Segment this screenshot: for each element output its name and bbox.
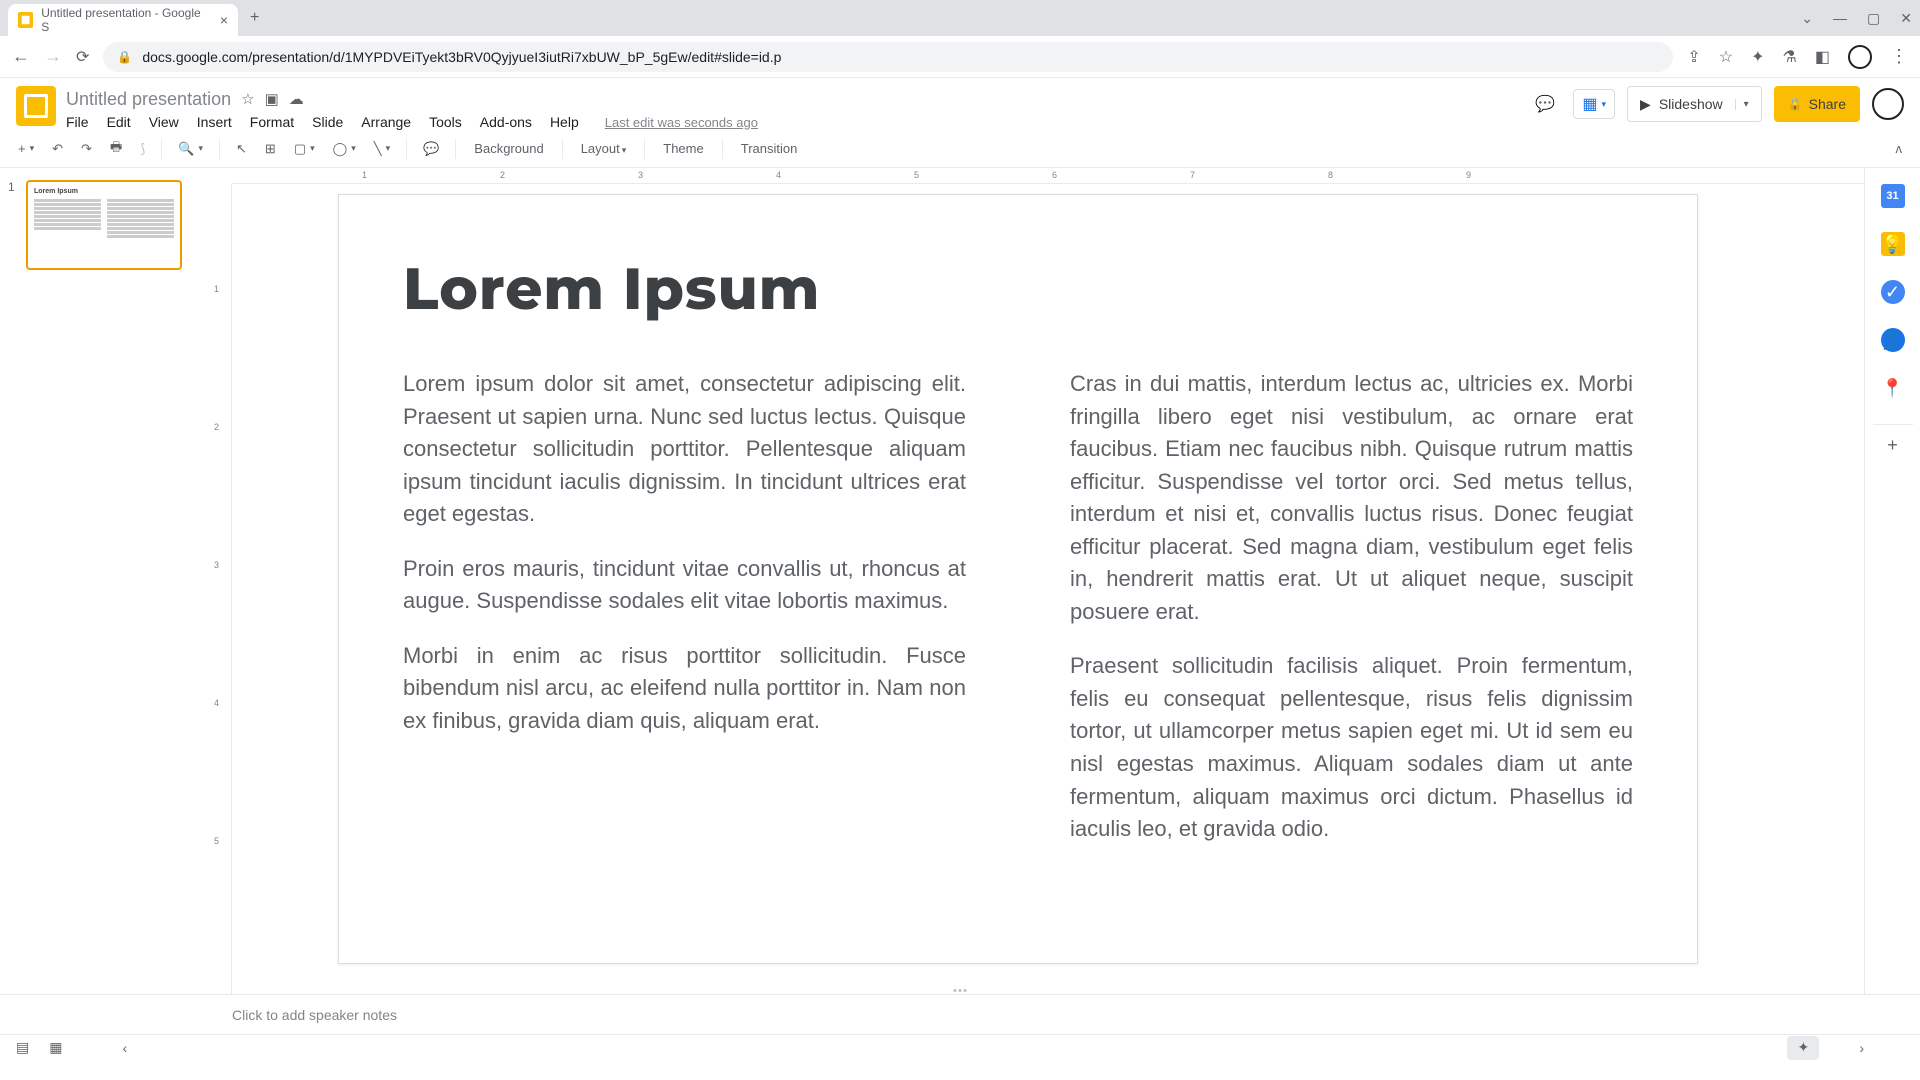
browser-tab-strip: Untitled presentation - Google S × + ⌄ —… (0, 0, 1920, 36)
redo-button[interactable]: ↷ (75, 137, 98, 161)
keep-icon[interactable]: 💡 (1881, 232, 1905, 256)
slide-body-left[interactable]: Lorem ipsum dolor sit amet, consectetur … (403, 368, 966, 868)
bottom-bar: ▤ ▦ ‹ ✦ › (0, 1034, 1920, 1060)
tab-title: Untitled presentation - Google S (41, 6, 204, 34)
browser-toolbar: ← → ⟳ 🔒 docs.google.com/presentation/d/1… (0, 36, 1920, 78)
chrome-menu-icon[interactable]: ⋮ (1890, 46, 1908, 67)
collapse-sidepanel-icon[interactable]: › (1859, 1040, 1864, 1056)
lock-icon: 🔒 (117, 50, 132, 64)
back-button[interactable]: ← (12, 46, 30, 67)
maximize-window-icon[interactable]: ▢ (1867, 10, 1880, 27)
menu-arrange[interactable]: Arrange (361, 114, 411, 130)
slideshow-button[interactable]: ▶ Slideshow ▾ (1627, 86, 1762, 122)
account-avatar[interactable] (1872, 88, 1904, 120)
play-icon: ▶ (1640, 96, 1651, 113)
slide-body-right[interactable]: Cras in dui mattis, interdum lectus ac, … (1070, 368, 1633, 868)
slide-thumbnail[interactable]: Lorem Ipsum (26, 180, 182, 270)
vertical-ruler: 1 2 3 4 5 (208, 184, 232, 994)
new-slide-button[interactable]: + (12, 137, 40, 160)
share-page-icon[interactable]: ⇪ (1687, 47, 1700, 67)
cloud-status-icon[interactable]: ☁ (289, 90, 304, 108)
star-icon[interactable]: ☆ (241, 90, 254, 108)
bookmark-icon[interactable]: ☆ (1719, 47, 1733, 67)
last-edit-link[interactable]: Last edit was seconds ago (605, 115, 758, 130)
filmstrip-view-icon[interactable]: ▤ (16, 1039, 29, 1056)
transition-button[interactable]: Transition (733, 137, 806, 160)
notes-resize-handle[interactable] (954, 989, 967, 992)
canvas-area[interactable]: 1 2 3 4 5 6 7 8 9 1 2 3 4 5 Lorem Ipsum … (208, 168, 1864, 994)
slide-canvas[interactable]: Lorem Ipsum Lorem ipsum dolor sit amet, … (338, 194, 1698, 964)
theme-button[interactable]: Theme (655, 137, 711, 160)
undo-button[interactable]: ↶ (46, 137, 69, 161)
slides-favicon-icon (18, 12, 33, 28)
minimize-window-icon[interactable]: — (1833, 10, 1847, 26)
side-panel: 31 💡 ✓ 👤 📍 + (1864, 168, 1920, 994)
comment-tool[interactable]: 💬 (417, 137, 445, 161)
collapse-toolbar-icon[interactable]: ʌ (1890, 137, 1909, 160)
print-button[interactable]: 🖶 (104, 134, 128, 164)
collapse-filmstrip-icon[interactable]: ‹ (122, 1040, 127, 1056)
image-tool[interactable]: ▢ (288, 137, 321, 161)
background-button[interactable]: Background (466, 137, 551, 160)
select-tool[interactable]: ↖ (230, 137, 253, 161)
speaker-notes-placeholder: Click to add speaker notes (232, 1007, 397, 1023)
grid-view-icon[interactable]: ▦ (49, 1039, 62, 1056)
document-title[interactable]: Untitled presentation (66, 89, 231, 110)
menu-edit[interactable]: Edit (107, 114, 131, 130)
slide-thumbnail-item[interactable]: 1 Lorem Ipsum (8, 180, 200, 270)
maps-icon[interactable]: 📍 (1881, 376, 1905, 400)
toolbar: + ↶ ↷ 🖶 ⟆ 🔍 ↖ ⊞ ▢ ◯ ╲ 💬 Background Layou… (0, 130, 1920, 168)
slides-logo-icon[interactable] (16, 86, 56, 126)
menu-insert[interactable]: Insert (197, 114, 232, 130)
filmstrip[interactable]: 1 Lorem Ipsum (0, 168, 208, 994)
add-addon-icon[interactable]: + (1873, 424, 1913, 448)
textbox-tool[interactable]: ⊞ (259, 137, 282, 161)
slideshow-dropdown-icon[interactable]: ▾ (1735, 99, 1749, 110)
profile-avatar-icon[interactable] (1848, 45, 1872, 69)
slide-number: 1 (8, 180, 20, 270)
explore-button[interactable]: ✦ (1787, 1036, 1819, 1060)
contacts-icon[interactable]: 👤 (1881, 328, 1905, 352)
close-tab-icon[interactable]: × (220, 12, 228, 28)
lock-icon: 🔒 (1788, 97, 1803, 111)
paint-format-button[interactable]: ⟆ (134, 137, 151, 161)
move-icon[interactable]: ▣ (265, 90, 279, 108)
menu-tools[interactable]: Tools (429, 114, 462, 130)
slide-title[interactable]: Lorem Ipsum (339, 195, 1697, 344)
present-dropdown[interactable]: ▦▾ (1573, 89, 1615, 119)
menu-file[interactable]: File (66, 114, 89, 130)
address-bar[interactable]: 🔒 docs.google.com/presentation/d/1MYPDVE… (103, 42, 1673, 72)
comments-button[interactable]: 💬 (1529, 88, 1561, 120)
calendar-icon[interactable]: 31 (1881, 184, 1905, 208)
menu-help[interactable]: Help (550, 114, 579, 130)
speaker-notes[interactable]: Click to add speaker notes (0, 994, 1920, 1034)
extensions-icon[interactable]: ✦ (1751, 47, 1764, 67)
shape-tool[interactable]: ◯ (327, 137, 362, 161)
labs-icon[interactable]: ⚗ (1783, 47, 1797, 67)
layout-button[interactable]: Layout (573, 137, 635, 160)
forward-button: → (44, 46, 62, 67)
share-button[interactable]: 🔒 Share (1774, 86, 1860, 122)
main-area: 1 Lorem Ipsum 1 2 3 4 5 6 7 8 9 1 2 3 (0, 168, 1920, 994)
menu-view[interactable]: View (149, 114, 179, 130)
new-tab-button[interactable]: + (250, 9, 259, 27)
browser-tab[interactable]: Untitled presentation - Google S × (8, 4, 238, 36)
zoom-button[interactable]: 🔍 (172, 137, 209, 161)
reload-button[interactable]: ⟳ (76, 47, 89, 67)
menu-format[interactable]: Format (250, 114, 294, 130)
menu-addons[interactable]: Add-ons (480, 114, 532, 130)
horizontal-ruler: 1 2 3 4 5 6 7 8 9 (232, 168, 1864, 184)
url-text: docs.google.com/presentation/d/1MYPDVEiT… (142, 49, 781, 65)
app-header: Untitled presentation ☆ ▣ ☁ File Edit Vi… (0, 78, 1920, 130)
menu-bar: File Edit View Insert Format Slide Arran… (66, 114, 1519, 130)
close-window-icon[interactable]: ✕ (1900, 10, 1912, 27)
side-panel-icon[interactable]: ◧ (1815, 47, 1830, 67)
menu-slide[interactable]: Slide (312, 114, 343, 130)
chevron-down-icon[interactable]: ⌄ (1801, 10, 1813, 27)
line-tool[interactable]: ╲ (368, 137, 396, 161)
tasks-icon[interactable]: ✓ (1881, 280, 1905, 304)
